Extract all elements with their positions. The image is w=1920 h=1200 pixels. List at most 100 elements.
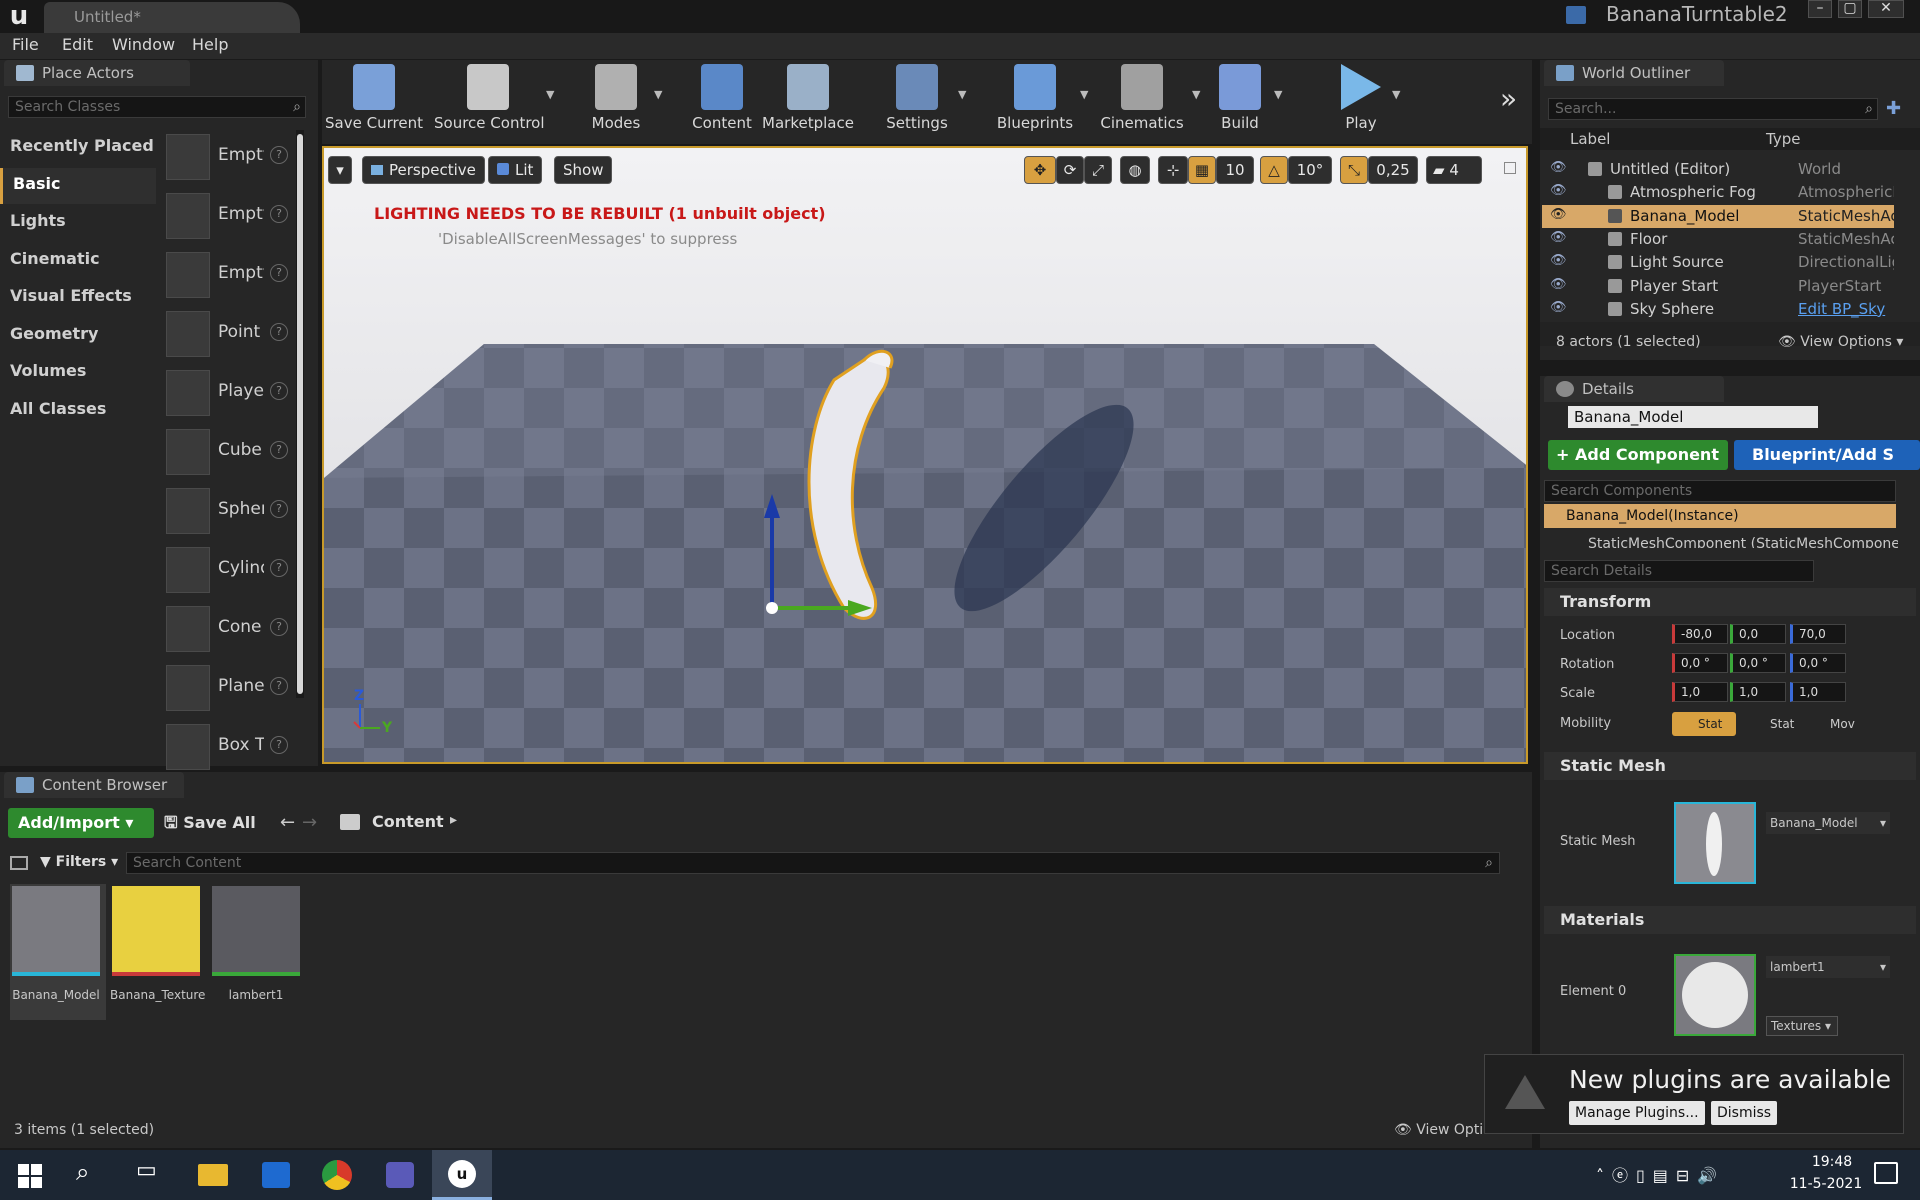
asset-tile[interactable]: Banana_Texture <box>110 884 206 1020</box>
notifications-icon[interactable] <box>1874 1162 1898 1184</box>
chevron-down-icon[interactable]: ▼ <box>1192 88 1200 101</box>
actor-item[interactable]: Cone? <box>162 602 292 658</box>
marketplace-button[interactable]: Marketplace <box>762 64 854 140</box>
modes-button[interactable]: Modes <box>582 64 650 140</box>
path-chevron-icon[interactable]: ▸ <box>450 812 457 828</box>
actor-item[interactable]: Plane? <box>162 661 292 717</box>
cinematics-button[interactable]: Cinematics <box>1096 64 1188 140</box>
outliner-row[interactable]: 👁 Sky Sphere Edit BP_Sky <box>1542 298 1894 321</box>
scale-label[interactable]: Scale <box>1560 686 1595 701</box>
outliner-view-options[interactable]: 👁 View Options ▾ <box>1778 334 1903 350</box>
menu-window[interactable]: Window <box>112 35 175 54</box>
content-view-options[interactable]: 👁 View Opti <box>1394 1122 1483 1138</box>
outliner-row[interactable]: 👁 Floor StaticMeshAc <box>1542 228 1894 251</box>
maximize-button[interactable]: ▢ <box>1838 0 1862 18</box>
close-button[interactable]: ✕ <box>1868 0 1904 18</box>
chrome-icon[interactable] <box>322 1160 352 1190</box>
search-details-input[interactable]: Search Details <box>1544 560 1814 582</box>
world-outliner-tab[interactable]: World Outliner <box>1544 60 1724 86</box>
place-actors-tab[interactable]: Place Actors <box>4 60 190 86</box>
add-filter-icon[interactable]: ✚ <box>1886 98 1908 120</box>
scale-snap-icon[interactable]: ⤡ <box>1340 156 1368 184</box>
content-browser-tab[interactable]: Content Browser <box>4 772 184 798</box>
world-local-icon[interactable]: ◍ <box>1120 156 1150 184</box>
actor-item[interactable]: Box T? <box>162 720 292 776</box>
visibility-eye-icon[interactable]: 👁 <box>1550 230 1567 245</box>
outliner-row[interactable]: 👁 Untitled (Editor) World <box>1542 158 1894 181</box>
menu-help[interactable]: Help <box>192 35 228 54</box>
rotation-y-field[interactable]: 0,0 ° <box>1730 653 1786 673</box>
details-tab[interactable]: Details <box>1544 376 1724 402</box>
source-control-button[interactable]: Source Control <box>434 64 545 140</box>
outliner-row[interactable]: 👁 Light Source DirectionalLig <box>1542 251 1894 274</box>
category-basic[interactable]: Basic <box>0 167 156 204</box>
category-visual-effects[interactable]: Visual Effects <box>0 280 156 316</box>
help-icon[interactable]: ? <box>270 264 288 282</box>
outliner-col-label[interactable]: Label <box>1570 130 1610 148</box>
location-y-field[interactable]: 0,0 <box>1730 624 1786 644</box>
actor-item[interactable]: Cube? <box>162 425 292 481</box>
chevron-down-icon[interactable]: ▼ <box>546 88 554 101</box>
actor-item[interactable]: Empty? <box>162 130 292 186</box>
help-icon[interactable]: ? <box>270 146 288 164</box>
rotate-mode-icon[interactable]: ⟳ <box>1056 156 1084 184</box>
rotation-label[interactable]: Rotation <box>1560 657 1614 672</box>
maximize-viewport-icon[interactable] <box>1504 162 1516 174</box>
scrollbar-thumb[interactable] <box>297 134 303 694</box>
component-child-row[interactable]: StaticMeshComponent (StaticMeshCompone <box>1588 534 1898 548</box>
mobility-stationary-button[interactable]: Stat <box>1740 712 1796 736</box>
dismiss-button[interactable]: Dismiss <box>1711 1101 1778 1125</box>
show-button[interactable]: Show <box>554 156 613 184</box>
scale-y-field[interactable]: 1,0 <box>1730 682 1786 702</box>
outliner-search-input[interactable]: Search... ⌕ <box>1548 98 1878 120</box>
gizmo-origin[interactable] <box>766 602 778 614</box>
add-import-button[interactable]: Add/Import ▾ <box>8 808 154 838</box>
rotation-snap-icon[interactable]: △ <box>1260 156 1288 184</box>
actor-item[interactable]: Empty? <box>162 248 292 304</box>
asset-tile[interactable]: Banana_Model <box>10 884 106 1020</box>
help-icon[interactable]: ? <box>270 323 288 341</box>
build-button[interactable]: Build <box>1210 64 1270 140</box>
save-all-button[interactable]: 🖫 Save All <box>164 812 256 839</box>
level-viewport[interactable]: Z Y LIGHTING NEEDS TO BE REBUILT (1 unbu… <box>322 146 1528 764</box>
actor-list-scrollbar[interactable] <box>296 130 304 698</box>
path-content[interactable]: Content <box>372 812 444 831</box>
visibility-eye-icon[interactable]: 👁 <box>1550 253 1567 268</box>
visibility-eye-icon[interactable]: 👁 <box>1550 160 1567 175</box>
chevron-down-icon[interactable]: ▼ <box>958 88 966 101</box>
camera-speed-button[interactable]: ▰ 4 <box>1426 156 1482 184</box>
filters-button[interactable]: ▼ Filters ▾ <box>40 854 118 870</box>
static-mesh-thumbnail[interactable] <box>1674 802 1756 884</box>
rotation-z-field[interactable]: 0,0 ° <box>1790 653 1846 673</box>
help-icon[interactable]: ? <box>270 382 288 400</box>
settings-button[interactable]: Settings <box>880 64 954 140</box>
help-icon[interactable]: ? <box>270 500 288 518</box>
grid-snap-icon[interactable]: ▦ <box>1188 156 1216 184</box>
toolbar-overflow-button[interactable]: » <box>1500 82 1517 115</box>
rotation-x-field[interactable]: 0,0 ° <box>1672 653 1728 673</box>
outliner-row[interactable]: 👁 Atmospheric Fog AtmosphericF <box>1542 181 1894 204</box>
help-icon[interactable]: ? <box>270 205 288 223</box>
translate-mode-icon[interactable]: ✥ <box>1024 156 1056 184</box>
category-lights[interactable]: Lights <box>0 205 156 241</box>
windows-start-icon[interactable] <box>18 1164 42 1188</box>
search-content-input[interactable]: Search Content ⌕ <box>126 852 1500 874</box>
blueprint-button[interactable]: Blueprint/Add S <box>1734 440 1920 470</box>
actor-item[interactable]: Cylinder? <box>162 543 292 599</box>
file-explorer-icon[interactable] <box>198 1164 228 1186</box>
chevron-down-icon[interactable]: ▼ <box>1274 88 1282 101</box>
viewport-options-button[interactable]: ▾ <box>328 156 352 184</box>
textures-button[interactable]: Textures ▾ <box>1766 1016 1838 1036</box>
surface-snap-icon[interactable]: ⊹ <box>1158 156 1188 184</box>
static-mesh-header[interactable]: Static Mesh <box>1544 752 1916 780</box>
mobility-static-button[interactable]: Stat <box>1672 712 1736 736</box>
location-z-field[interactable]: 70,0 <box>1790 624 1846 644</box>
material-thumbnail[interactable] <box>1674 954 1756 1036</box>
outliner-col-type[interactable]: Type <box>1766 130 1800 148</box>
sources-toggle-icon[interactable] <box>10 856 28 870</box>
mobility-movable-button[interactable]: Mov <box>1796 712 1862 736</box>
materials-header[interactable]: Materials <box>1544 906 1916 934</box>
scale-mode-icon[interactable]: ⤢ <box>1084 156 1112 184</box>
help-icon[interactable]: ? <box>270 736 288 754</box>
help-icon[interactable]: ? <box>270 559 288 577</box>
